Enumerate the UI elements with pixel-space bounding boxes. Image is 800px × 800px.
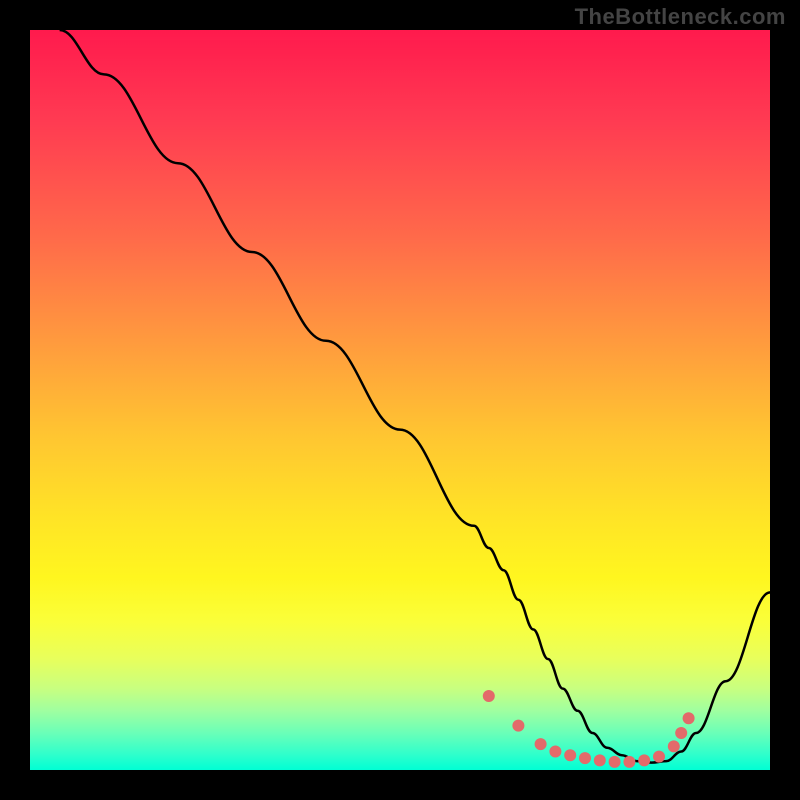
data-marker — [668, 740, 680, 752]
data-marker — [535, 738, 547, 750]
data-marker — [549, 746, 561, 758]
data-marker — [623, 756, 635, 768]
plot-area — [30, 30, 770, 770]
watermark-text: TheBottleneck.com — [575, 4, 786, 30]
data-marker — [638, 754, 650, 766]
data-marker — [609, 756, 621, 768]
data-marker — [483, 690, 495, 702]
chart-container: TheBottleneck.com — [0, 0, 800, 800]
data-marker — [675, 727, 687, 739]
data-marker — [512, 720, 524, 732]
data-marker — [579, 752, 591, 764]
curve-svg — [30, 30, 770, 770]
main-curve — [60, 30, 770, 763]
data-marker — [564, 749, 576, 761]
data-marker — [683, 712, 695, 724]
data-marker — [653, 751, 665, 763]
data-marker — [594, 754, 606, 766]
